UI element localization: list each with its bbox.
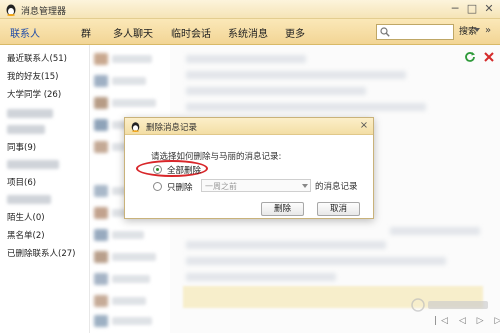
tab-groups[interactable]: 群 bbox=[81, 25, 91, 40]
contact-name bbox=[112, 317, 152, 325]
search-icon bbox=[380, 27, 390, 37]
sidebar-item-colleagues[interactable]: 同事(9) bbox=[7, 141, 36, 153]
sidebar-item-classmates[interactable]: 大学同学 (26) bbox=[7, 88, 61, 100]
avatar bbox=[94, 295, 108, 307]
cancel-button[interactable]: 取消 bbox=[317, 202, 360, 216]
avatar bbox=[94, 119, 108, 131]
tab-system-messages[interactable]: 系统消息 bbox=[228, 25, 268, 40]
message-line bbox=[186, 55, 306, 63]
contact-name bbox=[112, 77, 146, 85]
dialog-title: 删除消息记录 bbox=[146, 123, 198, 133]
window-title: 消息管理器 bbox=[21, 7, 67, 17]
sidebar-item-friends[interactable]: 我的好友(15) bbox=[7, 70, 58, 82]
message-line bbox=[186, 103, 426, 111]
avatar bbox=[94, 315, 108, 327]
delete-records-dialog: 删除消息记录 × 请选择如何删除与马丽的消息记录: 全部删除 只删除 一周之前 … bbox=[124, 117, 374, 219]
sidebar-item-recent[interactable]: 最近联系人(51) bbox=[7, 52, 67, 64]
dialog-title-bar: 删除消息记录 × bbox=[125, 118, 373, 135]
message-line bbox=[186, 241, 386, 249]
avatar bbox=[94, 141, 108, 153]
sidebar-item-deleted[interactable]: 已删除联系人(27) bbox=[7, 247, 75, 259]
tab-multi-chat[interactable]: 多人聊天 bbox=[113, 25, 153, 40]
tab-more[interactable]: 更多 bbox=[285, 25, 305, 40]
blurred-group bbox=[7, 125, 45, 134]
avatar bbox=[94, 273, 108, 285]
contact-name bbox=[112, 55, 152, 63]
contact-name bbox=[112, 275, 150, 283]
contact-name bbox=[112, 297, 146, 305]
sidebar-item-blacklist[interactable]: 黑名单(2) bbox=[7, 229, 45, 241]
option-delete-partial-label[interactable]: 只删除 bbox=[167, 181, 193, 193]
avatar bbox=[94, 53, 108, 65]
maximize-button[interactable]: □ bbox=[465, 2, 479, 16]
tab-temp-session[interactable]: 临时会话 bbox=[171, 25, 211, 40]
penguin-logo-icon bbox=[131, 122, 140, 132]
contact-name bbox=[112, 253, 156, 261]
menu-bar: 联系人 群 多人聊天 临时会话 系统消息 更多 搜索 » bbox=[0, 19, 500, 45]
radio-delete-all[interactable] bbox=[153, 165, 162, 174]
avatar bbox=[94, 97, 108, 109]
sidebar-item-strangers[interactable]: 陌生人(0) bbox=[7, 211, 45, 223]
more-menu-button[interactable]: » bbox=[485, 25, 491, 36]
message-line bbox=[186, 257, 446, 265]
chevron-down-icon[interactable] bbox=[474, 28, 480, 32]
message-line bbox=[186, 273, 336, 281]
avatar bbox=[94, 75, 108, 87]
contact-group-sidebar: 最近联系人(51) 我的好友(15) 大学同学 (26) 同事(9) 项目(6)… bbox=[0, 45, 90, 333]
baidu-watermark-icon bbox=[411, 298, 488, 312]
avatar bbox=[94, 185, 108, 197]
option-delete-all-label[interactable]: 全部删除 bbox=[167, 164, 201, 176]
dialog-close-button[interactable]: × bbox=[357, 119, 371, 133]
message-line bbox=[186, 71, 406, 79]
range-suffix-label: 的消息记录 bbox=[315, 182, 358, 192]
penguin-logo-icon bbox=[6, 4, 16, 16]
time-range-value: 一周之前 bbox=[205, 182, 237, 191]
search-input[interactable] bbox=[376, 24, 454, 40]
search-button[interactable]: 搜索 bbox=[456, 24, 482, 40]
pagination-controls[interactable]: |◁ ◁ ▷ ▷| bbox=[434, 316, 500, 326]
message-line bbox=[390, 227, 480, 235]
blurred-group bbox=[7, 109, 53, 118]
close-window-button[interactable]: ✕ bbox=[482, 2, 496, 16]
close-red-icon[interactable] bbox=[483, 51, 495, 63]
avatar bbox=[94, 251, 108, 263]
time-range-select[interactable]: 一周之前 bbox=[201, 179, 311, 192]
chevron-down-icon bbox=[302, 184, 308, 188]
delete-button[interactable]: 删除 bbox=[261, 202, 304, 216]
title-bar: 消息管理器 ─ □ ✕ bbox=[0, 0, 500, 19]
avatar bbox=[94, 229, 108, 241]
sidebar-item-projects[interactable]: 项目(6) bbox=[7, 176, 36, 188]
refresh-icon[interactable] bbox=[464, 51, 476, 63]
minimize-button[interactable]: ─ bbox=[448, 2, 462, 16]
blurred-group bbox=[7, 195, 51, 204]
contact-name bbox=[112, 231, 144, 239]
avatar bbox=[94, 207, 108, 219]
tab-contacts[interactable]: 联系人 bbox=[10, 25, 40, 40]
message-line bbox=[186, 87, 366, 95]
blurred-group bbox=[7, 160, 59, 169]
contact-name bbox=[112, 99, 156, 107]
radio-delete-partial[interactable] bbox=[153, 182, 162, 191]
